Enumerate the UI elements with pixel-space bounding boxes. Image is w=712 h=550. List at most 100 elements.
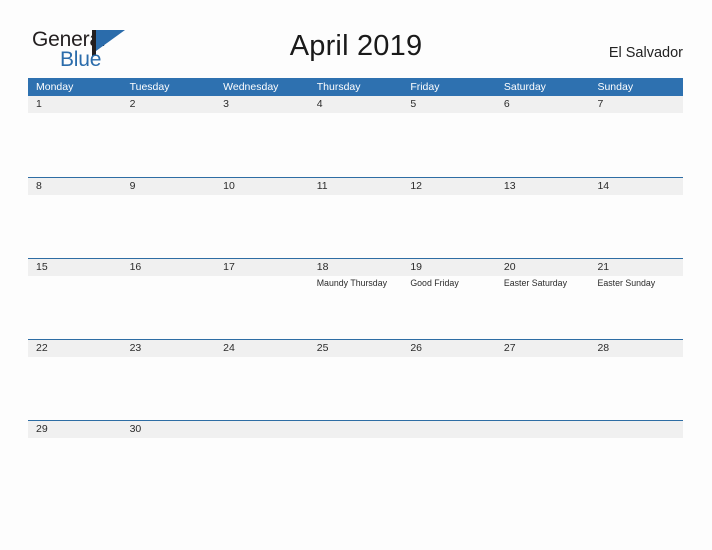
day-event bbox=[597, 113, 683, 114]
day-cell[interactable]: 12 bbox=[402, 178, 496, 258]
day-cell[interactable]: 25 bbox=[309, 340, 403, 420]
day-event bbox=[317, 113, 403, 114]
day-number: 11 bbox=[316, 180, 328, 192]
day-number: 26 bbox=[410, 342, 422, 354]
day-number: 20 bbox=[503, 261, 516, 273]
calendar-week-row: 15 16 17 18 Maundy Thursday 19 Good Frid… bbox=[28, 258, 683, 339]
day-cell[interactable]: 21 Easter Sunday bbox=[589, 259, 683, 339]
day-cell[interactable]: 2 bbox=[122, 96, 216, 177]
day-number: 10 bbox=[223, 180, 235, 192]
day-event bbox=[130, 276, 216, 277]
day-number: 16 bbox=[129, 261, 142, 273]
day-cell[interactable]: 22 bbox=[28, 340, 122, 420]
day-number: 13 bbox=[503, 180, 516, 192]
day-event bbox=[317, 357, 403, 358]
day-cell[interactable]: 15 bbox=[28, 259, 122, 339]
day-cell[interactable]: 19 Good Friday bbox=[402, 259, 496, 339]
day-number: 5 bbox=[410, 98, 417, 110]
day-cell[interactable]: 26 bbox=[402, 340, 496, 420]
day-number: 30 bbox=[129, 423, 142, 435]
day-number: 24 bbox=[223, 342, 235, 354]
day-number: 3 bbox=[223, 98, 229, 110]
day-cell-empty bbox=[402, 421, 496, 501]
day-cell[interactable]: 30 bbox=[122, 421, 216, 501]
day-cell[interactable]: 3 bbox=[215, 96, 309, 177]
day-event bbox=[36, 195, 122, 196]
day-cell-empty bbox=[215, 421, 309, 501]
day-number: 7 bbox=[597, 98, 604, 110]
day-cell[interactable]: 11 bbox=[309, 178, 403, 258]
day-number: 22 bbox=[36, 342, 48, 354]
calendar-week-row: 29 30 bbox=[28, 420, 683, 501]
day-number: 9 bbox=[129, 180, 136, 192]
page-header: General Blue April 2019 El Salvador bbox=[0, 0, 712, 76]
day-event bbox=[317, 195, 403, 196]
day-event bbox=[36, 276, 122, 277]
weekday-header-tuesday: Tuesday bbox=[129, 81, 170, 93]
day-event bbox=[36, 438, 122, 439]
day-cell-empty bbox=[589, 421, 683, 501]
day-cell[interactable]: 10 bbox=[215, 178, 309, 258]
day-cell[interactable]: 18 Maundy Thursday bbox=[309, 259, 403, 339]
day-event bbox=[504, 113, 590, 114]
day-event bbox=[504, 195, 590, 196]
day-cell[interactable]: 14 bbox=[589, 178, 683, 258]
day-cell[interactable]: 1 bbox=[28, 96, 122, 177]
day-number: 15 bbox=[36, 261, 48, 273]
weekday-header-wednesday: Wednesday bbox=[223, 81, 279, 93]
day-cell-empty bbox=[496, 421, 590, 501]
day-number: 1 bbox=[36, 98, 42, 110]
day-event bbox=[410, 357, 496, 358]
day-event bbox=[504, 357, 590, 358]
day-number: 17 bbox=[223, 261, 235, 273]
day-cell[interactable]: 13 bbox=[496, 178, 590, 258]
day-cell[interactable]: 28 bbox=[589, 340, 683, 420]
calendar-week-row: 8 9 10 11 12 13 14 bbox=[28, 177, 683, 258]
day-event bbox=[223, 195, 309, 196]
page-title: April 2019 bbox=[289, 30, 423, 62]
day-event bbox=[36, 357, 122, 358]
calendar: Monday Tuesday Wednesday Thursday Friday… bbox=[28, 78, 683, 501]
day-cell-empty bbox=[309, 421, 403, 501]
day-event bbox=[597, 357, 683, 358]
day-number: 2 bbox=[129, 98, 136, 110]
day-number: 28 bbox=[597, 342, 610, 354]
day-event bbox=[130, 113, 216, 114]
day-cell[interactable]: 7 bbox=[589, 96, 683, 177]
day-cell[interactable]: 29 bbox=[28, 421, 122, 501]
day-number: 12 bbox=[410, 180, 422, 192]
day-cell[interactable]: 16 bbox=[122, 259, 216, 339]
day-cell[interactable]: 9 bbox=[122, 178, 216, 258]
day-cell[interactable]: 17 bbox=[215, 259, 309, 339]
day-number: 8 bbox=[36, 180, 42, 192]
weekday-header-monday: Monday bbox=[36, 81, 74, 93]
day-cell[interactable]: 20 Easter Saturday bbox=[496, 259, 590, 339]
day-number: 21 bbox=[597, 261, 610, 273]
day-event bbox=[223, 113, 309, 114]
weekday-header-sunday: Sunday bbox=[597, 81, 634, 93]
day-cell[interactable]: 8 bbox=[28, 178, 122, 258]
day-cell[interactable]: 24 bbox=[215, 340, 309, 420]
day-event: Good Friday bbox=[410, 278, 459, 288]
day-cell[interactable]: 6 bbox=[496, 96, 590, 177]
day-number: 6 bbox=[503, 98, 510, 110]
day-number: 23 bbox=[129, 342, 142, 354]
day-cell[interactable]: 27 bbox=[496, 340, 590, 420]
day-cell[interactable]: 4 bbox=[309, 96, 403, 177]
day-number: 27 bbox=[503, 342, 516, 354]
day-event bbox=[410, 195, 496, 196]
day-event: Easter Sunday bbox=[597, 278, 656, 288]
country-label: El Salvador bbox=[608, 45, 683, 61]
day-event: Maundy Thursday bbox=[316, 278, 387, 288]
day-cell[interactable]: 23 bbox=[122, 340, 216, 420]
day-number: 4 bbox=[316, 98, 323, 110]
weekday-header-saturday: Saturday bbox=[503, 81, 546, 93]
day-event bbox=[130, 357, 216, 358]
day-event bbox=[223, 276, 309, 277]
day-event bbox=[410, 113, 496, 114]
calendar-week-row: 22 23 24 25 26 27 28 bbox=[28, 339, 683, 420]
day-event: Easter Saturday bbox=[503, 278, 567, 288]
day-number: 14 bbox=[597, 180, 610, 192]
day-number: 18 bbox=[316, 261, 329, 273]
day-cell[interactable]: 5 bbox=[402, 96, 496, 177]
